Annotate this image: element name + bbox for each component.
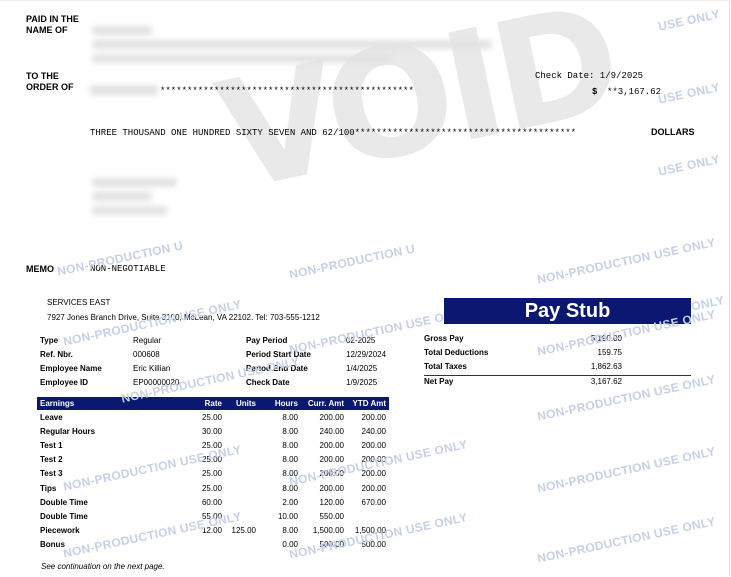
units-cell — [225, 481, 259, 495]
units-cell — [225, 495, 259, 509]
curr-amt-cell: 240.00 — [319, 426, 344, 436]
hours-cell: 10.00 — [277, 511, 298, 521]
redacted-bank-2 — [92, 192, 152, 201]
hours-cell: 8.00 — [282, 526, 298, 536]
check-date: Check Date: 1/9/2025 — [535, 71, 644, 81]
paid-label-line1: PAID IN THE — [26, 14, 79, 24]
earnings-col-header: Earnings — [37, 397, 191, 410]
table-row: Leave 25.00 8.00 200.00 200.00 — [37, 410, 389, 424]
total-taxes-value: 1,862.63 — [590, 362, 622, 371]
total-taxes-label: Total Taxes — [424, 362, 467, 371]
employee-id-label: Employee ID — [40, 378, 89, 387]
net-pay-divider — [424, 375, 691, 376]
employee-name-label: Employee Name — [40, 364, 102, 373]
earning-name-cell: Double Time — [40, 497, 88, 507]
redacted-payee-address — [92, 40, 492, 49]
period-end-value: 1/4/2025 — [346, 364, 378, 373]
earning-name-cell: Regular Hours — [40, 426, 96, 436]
table-row: Double Time 60.00 2.00 120.00 670.00 — [37, 495, 389, 509]
amount-in-words: THREE THOUSAND ONE HUNDRED SIXTY SEVEN A… — [90, 128, 577, 138]
ref-value: 000608 — [133, 350, 160, 359]
curr-amt-cell: 1,500.00 — [312, 526, 344, 536]
period-start-value: 12/29/2024 — [346, 350, 387, 359]
order-of-label: TO THE ORDER OF — [26, 71, 74, 93]
earnings-header-row: Earnings Rate Units Hours Curr. Amt YTD … — [37, 397, 389, 410]
ytd-amt-cell: 200.00 — [361, 483, 386, 493]
company-name: SERVICES EAST — [47, 298, 111, 307]
curr-amt-cell: 120.00 — [319, 497, 344, 507]
dollar-sign: $ — [592, 87, 598, 97]
gross-pay-label: Gross Pay — [424, 334, 464, 343]
redacted-bank — [92, 178, 177, 187]
paid-label-line2: NAME OF — [26, 25, 68, 35]
rate-cell: 30.00 — [201, 426, 222, 436]
hours-cell: 2.00 — [282, 497, 298, 507]
type-value: Regular — [133, 336, 162, 345]
order-label-line2: ORDER OF — [26, 82, 74, 92]
units-col-header: Units — [225, 397, 259, 410]
paid-in-name-label: PAID IN THE NAME OF — [26, 14, 79, 36]
dollars-label: DOLLARS — [651, 127, 695, 137]
earning-name-cell: Double Time — [40, 511, 88, 521]
rate-cell: 25.00 — [201, 412, 222, 422]
check-amount: **3,167.62 — [607, 87, 662, 97]
hours-cell: 8.00 — [282, 412, 298, 422]
stub-check-date-label: Check Date — [246, 378, 290, 387]
curr-amt-col-header: Curr. Amt — [301, 397, 347, 410]
rate-cell: 60.00 — [201, 497, 222, 507]
curr-amt-cell: 200.00 — [319, 412, 344, 422]
redacted-payee-address-2 — [92, 54, 392, 63]
ytd-amt-col-header: YTD Amt — [347, 397, 389, 410]
ref-label: Ref. Nbr. — [40, 350, 73, 359]
memo-label: MEMO — [26, 264, 54, 274]
ytd-amt-cell: 200.00 — [361, 412, 386, 422]
redacted-bank-3 — [92, 206, 167, 215]
table-row: Regular Hours 30.00 8.00 240.00 240.00 — [37, 424, 389, 438]
ytd-amt-cell — [347, 509, 389, 523]
employee-name-value: Eric Killian — [133, 364, 171, 373]
redacted-payee — [92, 26, 152, 35]
ytd-amt-cell: 200.00 — [361, 440, 386, 450]
stub-check-date-value: 1/9/2025 — [346, 378, 378, 387]
units-cell: 125.00 — [231, 526, 256, 536]
rate-cell: 25.00 — [201, 483, 222, 493]
units-cell — [225, 467, 259, 481]
earning-name-cell: Test 1 — [40, 440, 63, 450]
hours-cell: 8.00 — [282, 455, 298, 465]
ytd-amt-cell: 240.00 — [361, 426, 386, 436]
ytd-amt-cell: 670.00 — [361, 497, 386, 507]
total-deductions-label: Total Deductions — [424, 348, 489, 357]
order-label-line1: TO THE — [26, 71, 59, 81]
curr-amt-cell: 550.00 — [319, 511, 344, 521]
rate-col-header: Rate — [191, 397, 225, 410]
order-stars: ****************************************… — [160, 86, 414, 96]
net-pay-value: 3,167.62 — [590, 377, 622, 386]
units-cell — [225, 538, 259, 552]
curr-amt-cell: 200.00 — [319, 440, 344, 450]
units-cell — [225, 410, 259, 424]
earning-name-cell: Leave — [40, 412, 63, 422]
hours-cell: 8.00 — [282, 440, 298, 450]
hours-cell: 8.00 — [282, 426, 298, 436]
rate-cell — [191, 538, 225, 552]
redacted-order-name — [90, 85, 158, 95]
rate-cell: 25.00 — [201, 469, 222, 479]
units-cell — [225, 424, 259, 438]
hours-col-header: Hours — [259, 397, 301, 410]
net-pay-label: Net Pay — [424, 377, 454, 386]
continuation-note: See continuation on the next page. — [41, 562, 165, 571]
